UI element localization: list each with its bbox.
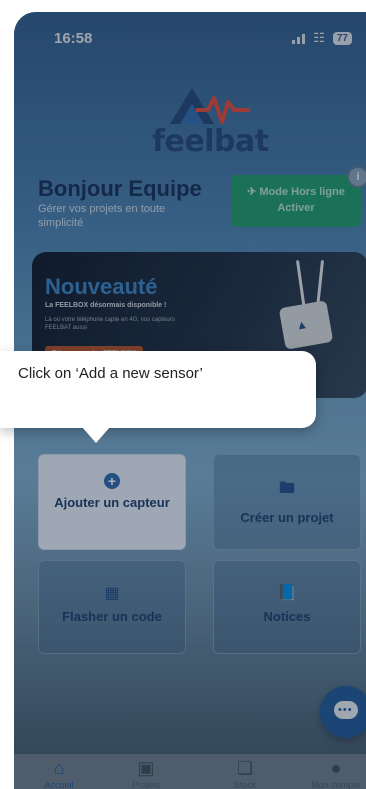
home-icon: ⌂ bbox=[53, 758, 65, 778]
tab-stock[interactable]: ❏ Stock bbox=[210, 758, 280, 789]
offline-mode-label: Mode Hors ligne bbox=[259, 186, 345, 198]
tab-accueil[interactable]: ⌂ Accueil bbox=[24, 758, 94, 789]
add-sensor-label: Ajouter un capteur bbox=[54, 495, 170, 510]
status-bar: 16:58 ☷ 77 bbox=[14, 12, 366, 58]
tab-projets-label: Projets bbox=[131, 780, 160, 789]
greeting-title: Bonjour Equipe bbox=[38, 176, 202, 201]
notices-tile[interactable]: 📘 Notices bbox=[213, 560, 361, 654]
tab-stock-label: Stock bbox=[233, 780, 257, 789]
briefcase-icon: ▣ bbox=[137, 758, 155, 778]
signal-icon bbox=[292, 32, 306, 44]
plane-icon: ✈ bbox=[247, 186, 257, 198]
bottom-tab-bar: ⌂ Accueil ▣ Projets ❏ Stock ● Mon compte bbox=[14, 754, 366, 789]
qr-scan-icon: ▦ bbox=[104, 585, 120, 602]
logo-graphic bbox=[170, 88, 250, 124]
offline-mode-action: Activer bbox=[277, 202, 315, 214]
wifi-icon: ☷ bbox=[313, 30, 325, 45]
offline-mode-label-row: ✈ Mode Hors ligne bbox=[231, 185, 361, 198]
phone-screen: 16:58 ☷ 77 feelbat Bonjour Equipe Gérer … bbox=[0, 0, 366, 789]
banner-title: Nouveauté bbox=[45, 274, 158, 299]
feelbat-logo: feelbat bbox=[152, 80, 269, 160]
device-logo-icon: ▲ bbox=[294, 316, 309, 333]
status-time: 16:58 bbox=[54, 30, 93, 47]
book-icon: 📘 bbox=[277, 585, 297, 602]
info-icon[interactable]: i bbox=[347, 166, 366, 188]
scan-code-label: Flasher un code bbox=[62, 609, 162, 624]
scan-code-tile[interactable]: ▦ Flasher un code bbox=[38, 560, 186, 654]
folder-plus-icon: 🖿 bbox=[278, 480, 295, 497]
tutorial-tooltip: Click on ‘Add a new sensor’ bbox=[0, 351, 316, 443]
add-sensor-tile[interactable]: + Ajouter un capteur bbox=[38, 454, 186, 550]
user-icon: ● bbox=[330, 758, 342, 778]
tooltip-text: Click on ‘Add a new sensor’ bbox=[18, 365, 203, 382]
status-icons: ☷ 77 bbox=[292, 30, 352, 46]
logo-text: feelbat bbox=[152, 124, 269, 159]
create-project-tile[interactable]: 🖿 Créer un projet bbox=[213, 454, 361, 550]
box-icon: ❏ bbox=[236, 758, 254, 778]
greeting-subtitle: Gérer vos projets en toute simplicité bbox=[38, 203, 166, 229]
banner-headline: La FEELBOX désormais disponible ! bbox=[45, 302, 167, 309]
notices-label: Notices bbox=[263, 609, 311, 624]
tooltip-arrow bbox=[82, 427, 110, 443]
tab-mon-compte[interactable]: ● Mon compte bbox=[301, 758, 366, 789]
feelbox-device-image: ▲ bbox=[278, 300, 334, 350]
plus-circle-icon: + bbox=[39, 473, 185, 491]
battery-icon: 77 bbox=[332, 31, 352, 45]
tab-accueil-label: Accueil bbox=[44, 780, 74, 789]
chat-dots: ••• bbox=[338, 704, 353, 716]
offline-mode-button[interactable]: ✈ Mode Hors ligne Activer i bbox=[231, 166, 366, 227]
tab-projets[interactable]: ▣ Projets bbox=[111, 758, 181, 789]
chat-button[interactable]: ••• bbox=[320, 686, 366, 738]
banner-description: Là où votre téléphone capte en 4G, vos c… bbox=[45, 317, 175, 331]
tab-mon-compte-label: Mon compte bbox=[311, 780, 361, 789]
create-project-label: Créer un projet bbox=[240, 510, 334, 525]
